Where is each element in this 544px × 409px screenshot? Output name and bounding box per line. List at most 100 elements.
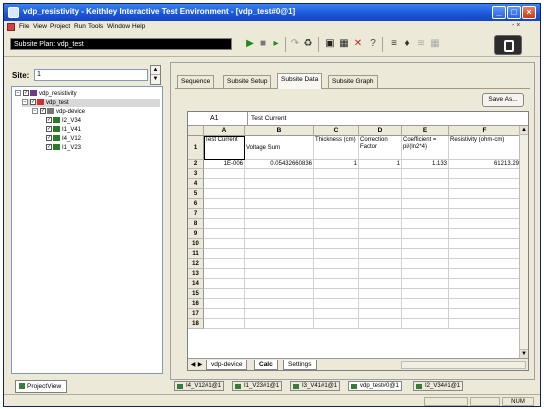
step-icon[interactable]: ↷ bbox=[289, 38, 301, 50]
empty-cell[interactable] bbox=[402, 319, 449, 329]
empty-cell[interactable] bbox=[245, 299, 314, 309]
checkbox[interactable]: ✓ bbox=[46, 144, 52, 151]
empty-cell[interactable] bbox=[359, 189, 402, 199]
tree-node-test[interactable]: ✓ I4_V12 bbox=[46, 135, 81, 143]
minimize-button[interactable]: _ bbox=[492, 6, 506, 19]
tree-node-subsite[interactable]: − ✓ vdp_test bbox=[22, 99, 160, 107]
data-cell[interactable]: 61213.29 bbox=[449, 160, 521, 169]
empty-cell[interactable] bbox=[402, 289, 449, 299]
empty-cell[interactable] bbox=[204, 229, 245, 239]
checkbox[interactable]: ✓ bbox=[40, 108, 46, 115]
header-cell[interactable]: Resistivity (ohm-cm) bbox=[449, 136, 521, 160]
data-cell[interactable]: 1 bbox=[314, 160, 359, 169]
cell-reference[interactable]: A1 bbox=[188, 112, 248, 126]
row-header[interactable]: 10 bbox=[188, 239, 204, 249]
header-cell[interactable]: Voltage Sum bbox=[245, 136, 314, 160]
row-header[interactable]: 2 bbox=[188, 160, 204, 169]
empty-cell[interactable] bbox=[204, 309, 245, 319]
empty-cell[interactable] bbox=[204, 319, 245, 329]
column-header[interactable]: C bbox=[314, 126, 359, 136]
empty-cell[interactable] bbox=[204, 269, 245, 279]
data-cell[interactable]: 1.133 bbox=[402, 160, 449, 169]
empty-cell[interactable] bbox=[204, 219, 245, 229]
empty-cell[interactable] bbox=[402, 239, 449, 249]
tab-subsite-graph[interactable]: Subsite Graph bbox=[328, 75, 378, 88]
empty-cell[interactable] bbox=[245, 309, 314, 319]
mdi-window-controls[interactable]: - × bbox=[512, 22, 520, 29]
row-header[interactable]: 13 bbox=[188, 269, 204, 279]
row-header[interactable]: 14 bbox=[188, 279, 204, 289]
row-header[interactable]: 9 bbox=[188, 229, 204, 239]
empty-cell[interactable] bbox=[314, 319, 359, 329]
row-header[interactable]: 16 bbox=[188, 299, 204, 309]
empty-cell[interactable] bbox=[402, 299, 449, 309]
empty-cell[interactable] bbox=[204, 239, 245, 249]
list-icon[interactable]: ≡ bbox=[388, 38, 400, 50]
column-header[interactable]: B bbox=[245, 126, 314, 136]
sheet-tab-calc[interactable]: Calc bbox=[254, 360, 278, 370]
empty-cell[interactable] bbox=[402, 279, 449, 289]
empty-cell[interactable] bbox=[359, 209, 402, 219]
empty-cell[interactable] bbox=[245, 239, 314, 249]
empty-cell[interactable] bbox=[359, 309, 402, 319]
empty-cell[interactable] bbox=[359, 299, 402, 309]
empty-cell[interactable] bbox=[204, 179, 245, 189]
empty-cell[interactable] bbox=[314, 229, 359, 239]
empty-cell[interactable] bbox=[314, 189, 359, 199]
data-cell[interactable]: 1E-006 bbox=[204, 160, 245, 169]
empty-cell[interactable] bbox=[245, 199, 314, 209]
row-header[interactable]: 1 bbox=[188, 136, 204, 160]
empty-cell[interactable] bbox=[449, 169, 521, 179]
empty-cell[interactable] bbox=[245, 259, 314, 269]
document-menu-icon[interactable] bbox=[7, 23, 15, 31]
menu-tools[interactable]: Tools bbox=[88, 23, 103, 30]
menu-run[interactable]: Run bbox=[74, 23, 86, 30]
scroll-up-icon[interactable]: ▲ bbox=[520, 126, 528, 135]
menu-project[interactable]: Project bbox=[50, 23, 70, 30]
header-cell[interactable]: Thickness (cm) bbox=[314, 136, 359, 160]
doc-tab-active[interactable]: vdp_test#0@1 bbox=[348, 381, 402, 391]
single-step-icon[interactable]: ♻ bbox=[302, 38, 314, 50]
empty-cell[interactable] bbox=[204, 169, 245, 179]
empty-cell[interactable] bbox=[204, 299, 245, 309]
empty-cell[interactable] bbox=[314, 259, 359, 269]
empty-cell[interactable] bbox=[245, 219, 314, 229]
site-spinner[interactable]: ▲ ▼ bbox=[150, 65, 161, 85]
empty-cell[interactable] bbox=[449, 239, 521, 249]
row-header[interactable]: 11 bbox=[188, 249, 204, 259]
empty-cell[interactable] bbox=[449, 319, 521, 329]
header-cell[interactable]: Coefficient = pi/(ln2*4) bbox=[402, 136, 449, 160]
doc-tab[interactable]: I3_V41#1@1 bbox=[290, 381, 341, 391]
empty-cell[interactable] bbox=[359, 219, 402, 229]
empty-cell[interactable] bbox=[314, 279, 359, 289]
diamond-icon[interactable]: ♦ bbox=[401, 38, 413, 50]
empty-cell[interactable] bbox=[245, 179, 314, 189]
empty-cell[interactable] bbox=[314, 169, 359, 179]
tree-node-device[interactable]: − ✓ vdp-device bbox=[32, 108, 85, 116]
maximize-button[interactable]: □ bbox=[507, 6, 521, 19]
empty-cell[interactable] bbox=[449, 209, 521, 219]
empty-cell[interactable] bbox=[204, 259, 245, 269]
empty-cell[interactable] bbox=[314, 239, 359, 249]
run-icon[interactable]: ▶ bbox=[244, 38, 256, 50]
empty-cell[interactable] bbox=[359, 289, 402, 299]
menu-view[interactable]: View bbox=[33, 23, 47, 30]
empty-cell[interactable] bbox=[245, 249, 314, 259]
menu-file[interactable]: File bbox=[19, 23, 29, 30]
row-header[interactable]: 6 bbox=[188, 199, 204, 209]
empty-cell[interactable] bbox=[449, 299, 521, 309]
empty-cell[interactable] bbox=[359, 319, 402, 329]
delete-icon[interactable]: ✕ bbox=[352, 38, 364, 50]
empty-cell[interactable] bbox=[449, 229, 521, 239]
empty-cell[interactable] bbox=[245, 289, 314, 299]
empty-cell[interactable] bbox=[314, 249, 359, 259]
spin-down-icon[interactable]: ▼ bbox=[151, 75, 160, 84]
collapse-icon[interactable]: − bbox=[15, 90, 21, 97]
close-button[interactable]: × bbox=[522, 6, 536, 19]
data-cell[interactable]: 0.05432660836 bbox=[245, 160, 314, 169]
empty-cell[interactable] bbox=[402, 219, 449, 229]
first-sheet-icon[interactable]: ◀ bbox=[190, 361, 196, 369]
select-all-corner[interactable] bbox=[188, 126, 204, 136]
doc-tab[interactable]: I4_V12#1@1 bbox=[174, 381, 225, 391]
row-header[interactable]: 8 bbox=[188, 219, 204, 229]
